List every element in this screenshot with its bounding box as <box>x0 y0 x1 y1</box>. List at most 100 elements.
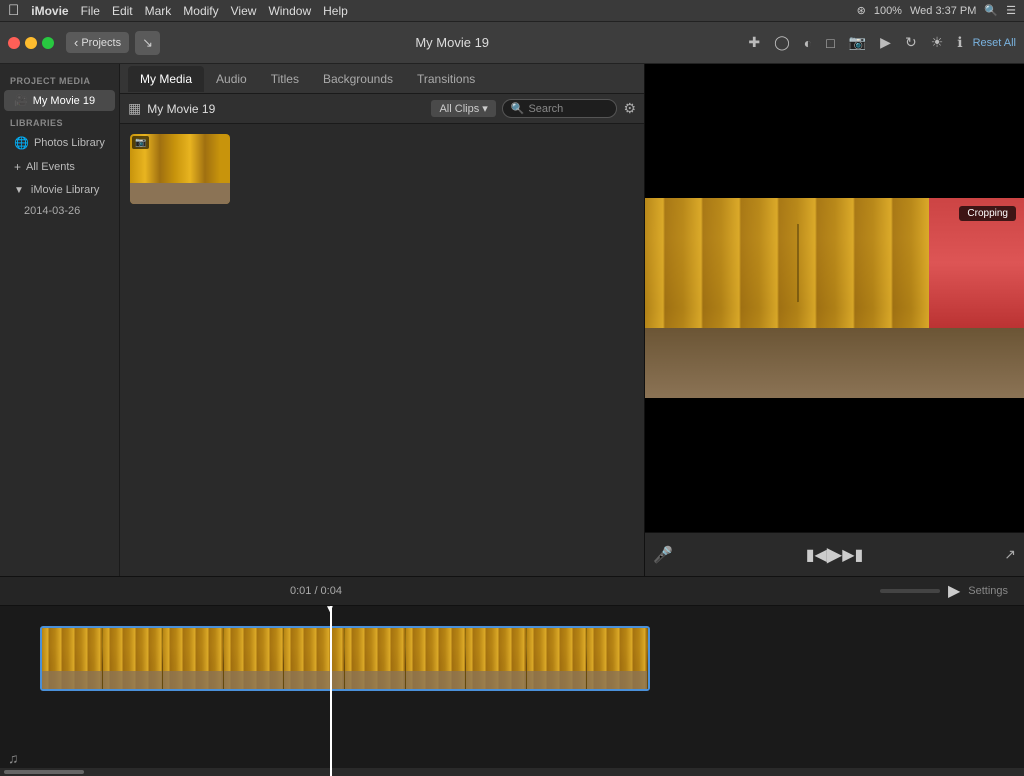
app-menu-help[interactable]: Help <box>323 4 348 18</box>
all-events-label: All Events <box>26 161 75 173</box>
projects-button[interactable]: Projects <box>66 32 129 53</box>
thumbnail-icon: 📷 <box>132 136 149 149</box>
photos-icon: 🌐 <box>14 136 29 150</box>
menu-bar-right: ⊛ 100% Wed 3:37 PM 🔍 ☰ <box>857 4 1016 17</box>
preview-area: Cropping <box>645 64 1024 532</box>
volume-icon: ▶ <box>948 581 960 601</box>
media-grid: 📷 <box>120 124 644 576</box>
search-icon: 🔍 <box>511 102 525 115</box>
app-menu-window[interactable]: Window <box>268 4 311 18</box>
audio-tool[interactable]: ▶ <box>876 32 895 53</box>
search-input[interactable] <box>528 103 608 115</box>
skip-forward-button[interactable]: ▶▮ <box>842 545 863 565</box>
music-note-icon: ♫ <box>8 750 19 766</box>
sidebar-item-imovie-library[interactable]: ▼ iMovie Library <box>4 180 115 200</box>
clip-frame-1 <box>42 628 103 689</box>
plus-icon: + <box>14 160 21 174</box>
clock: Wed 3:37 PM <box>910 5 976 17</box>
search-box: 🔍 <box>502 99 618 118</box>
timeline-section: 0:01 / 0:04 ▶ Settings ♫ <box>0 576 1024 776</box>
menu-bar:  iMovie File Edit Mark Modify View Wind… <box>0 0 1024 22</box>
project-media-label: PROJECT MEDIA <box>0 70 119 89</box>
maximize-button[interactable] <box>42 37 54 49</box>
right-panel: Cropping 🎤 ▮◀ ▶ ▶▮ ↗ <box>644 64 1024 576</box>
collapse-arrow: ▼ <box>14 185 24 196</box>
date-label: 2014-03-26 <box>24 205 80 217</box>
microphone-button[interactable]: 🎤 <box>653 545 673 565</box>
movie-icon: 🎥 <box>14 94 28 107</box>
speed-tool[interactable]: ☀ <box>927 32 948 53</box>
clip-strip[interactable] <box>40 626 650 691</box>
app-menu-mark[interactable]: Mark <box>145 4 172 18</box>
clip-frame-6 <box>345 628 406 689</box>
clip-frame-8 <box>466 628 527 689</box>
app-menu-imovie[interactable]: iMovie <box>31 4 68 18</box>
skip-back-button[interactable]: ▮◀ <box>806 545 827 565</box>
cursor-tool[interactable]: ✚ <box>744 32 764 53</box>
volume-slider[interactable] <box>880 589 940 593</box>
grid-view-icon[interactable]: ▦ <box>128 100 141 117</box>
sidebar-item-all-events[interactable]: + All Events <box>4 156 115 178</box>
search-menu-icon[interactable]: 🔍 <box>984 4 998 17</box>
app-menu-edit[interactable]: Edit <box>112 4 133 18</box>
imovie-library-label: iMovie Library <box>31 184 99 196</box>
video-preview: Cropping <box>645 198 1024 398</box>
tab-titles[interactable]: Titles <box>259 66 311 92</box>
apple-menu[interactable]:  <box>8 2 19 19</box>
timeline-settings-label[interactable]: Settings <box>968 585 1008 597</box>
wifi-icon: ⊛ <box>857 4 866 17</box>
scroll-thumb[interactable] <box>4 770 84 774</box>
media-toolbar: ▦ My Movie 19 All Clips ▾ 🔍 ⚙ <box>120 94 644 124</box>
camera-tool[interactable]: 📷 <box>845 32 870 53</box>
movie-title: My Movie 19 <box>166 35 738 50</box>
reset-all-button[interactable]: Reset All <box>973 37 1016 49</box>
clip-frame-9 <box>527 628 588 689</box>
time-display: 0:01 / 0:04 <box>128 585 504 597</box>
main-area: PROJECT MEDIA 🎥 My Movie 19 LIBRARIES 🌐 … <box>0 64 1024 576</box>
playback-row: 🎤 ▮◀ ▶ ▶▮ ↗ <box>645 542 1024 567</box>
toolbar: Projects ↘ My Movie 19 ✚ ◯ ◐ □ 📷 ▶ ↻ ☀ ℹ… <box>0 22 1024 64</box>
app-menu-file[interactable]: File <box>81 4 100 18</box>
clip-frame-3 <box>163 628 224 689</box>
playback-controls: 🎤 ▮◀ ▶ ▶▮ ↗ <box>645 532 1024 576</box>
sidebar-item-date[interactable]: 2014-03-26 <box>4 202 115 220</box>
tab-my-media[interactable]: My Media <box>128 66 204 92</box>
sidebar: PROJECT MEDIA 🎥 My Movie 19 LIBRARIES 🌐 … <box>0 64 120 576</box>
content-area: My Media Audio Titles Backgrounds Transi… <box>120 64 644 576</box>
libraries-label: LIBRARIES <box>0 112 119 131</box>
stabilize-tool[interactable]: ↻ <box>901 32 921 53</box>
clips-dropdown[interactable]: All Clips ▾ <box>431 100 495 117</box>
tab-backgrounds[interactable]: Backgrounds <box>311 66 405 92</box>
filter-tool[interactable]: ◐ <box>800 33 816 53</box>
sidebar-item-photos[interactable]: 🌐 Photos Library <box>4 132 115 154</box>
cropping-badge: Cropping <box>959 206 1016 221</box>
notification-icon[interactable]: ☰ <box>1006 4 1016 17</box>
import-button[interactable]: ↘ <box>135 31 160 55</box>
battery-indicator: 100% <box>874 5 902 17</box>
crop-tool[interactable]: □ <box>822 33 838 53</box>
minimize-button[interactable] <box>25 37 37 49</box>
clip-frame-2 <box>103 628 164 689</box>
clip-frame-7 <box>406 628 467 689</box>
timeline-scrollbar[interactable] <box>0 768 1024 776</box>
project-name-label: My Movie 19 <box>147 102 215 116</box>
media-thumbnail[interactable]: 📷 <box>130 134 230 204</box>
preview-image <box>645 198 1024 398</box>
sidebar-item-my-movie[interactable]: 🎥 My Movie 19 <box>4 90 115 111</box>
tab-transitions[interactable]: Transitions <box>405 66 487 92</box>
audio-track: ♫ <box>8 750 19 766</box>
info-tool[interactable]: ℹ <box>953 32 966 53</box>
timeline-scroll[interactable]: ♫ <box>0 606 1024 776</box>
photos-library-label: Photos Library <box>34 137 105 149</box>
play-button[interactable]: ▶ <box>827 542 842 567</box>
fullscreen-button[interactable]: ↗ <box>1004 546 1016 563</box>
close-button[interactable] <box>8 37 20 49</box>
tab-audio[interactable]: Audio <box>204 66 259 92</box>
playhead <box>330 606 332 776</box>
import-settings-icon[interactable]: ⚙ <box>623 100 636 117</box>
app-menu-modify[interactable]: Modify <box>183 4 218 18</box>
color-tool[interactable]: ◯ <box>770 32 794 53</box>
timeline-topbar: 0:01 / 0:04 ▶ Settings <box>0 577 1024 606</box>
clip-frame-5 <box>284 628 345 689</box>
app-menu-view[interactable]: View <box>231 4 257 18</box>
